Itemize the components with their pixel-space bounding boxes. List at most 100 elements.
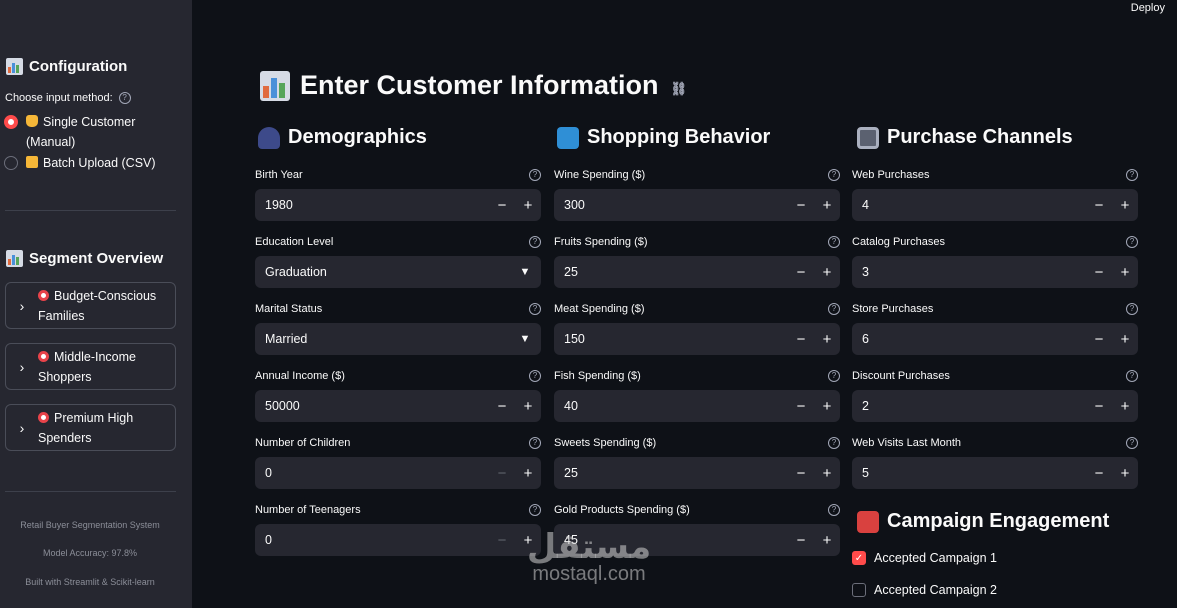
education-select[interactable]: Graduation ▼: [255, 256, 541, 288]
help-icon[interactable]: ?: [529, 236, 541, 248]
field-label: Fish Spending ($): [554, 370, 641, 382]
children-input[interactable]: 0: [265, 466, 489, 480]
help-icon[interactable]: ?: [1126, 236, 1138, 248]
help-icon[interactable]: ?: [1126, 303, 1138, 315]
plus-button[interactable]: +: [814, 331, 840, 348]
radio-label: Single Customer: [43, 115, 136, 129]
help-icon[interactable]: ?: [828, 504, 840, 516]
divider: [5, 210, 176, 211]
checkbox-unchecked-icon[interactable]: [852, 583, 866, 597]
campaign-1-checkbox[interactable]: ✓ Accepted Campaign 1: [852, 551, 997, 565]
help-icon[interactable]: ?: [828, 303, 840, 315]
store-purchases-input[interactable]: 6: [862, 332, 1086, 346]
bar-chart-icon: [6, 250, 23, 267]
help-icon[interactable]: ?: [1126, 370, 1138, 382]
help-icon[interactable]: ?: [828, 236, 840, 248]
radio-single-customer[interactable]: Single Customer (Manual): [4, 112, 135, 152]
link-icon[interactable]: ⛓: [671, 81, 688, 97]
help-icon[interactable]: ?: [828, 169, 840, 181]
plus-button[interactable]: +: [1112, 331, 1138, 348]
help-icon[interactable]: ?: [529, 169, 541, 181]
help-icon[interactable]: ?: [118, 92, 131, 104]
fish-field: Fish Spending ($)? 40− +: [554, 369, 840, 422]
minus-button[interactable]: −: [788, 197, 814, 214]
minus-button[interactable]: −: [489, 398, 515, 415]
help-icon[interactable]: ?: [529, 303, 541, 315]
minus-button[interactable]: −: [788, 398, 814, 415]
plus-button[interactable]: +: [515, 465, 541, 482]
minus-button[interactable]: −: [489, 197, 515, 214]
sweets-field: Sweets Spending ($)? 25− +: [554, 436, 840, 489]
minus-button[interactable]: −: [788, 532, 814, 549]
minus-button[interactable]: −: [489, 465, 515, 482]
plus-button[interactable]: +: [1112, 197, 1138, 214]
deploy-button[interactable]: Deploy: [1131, 2, 1165, 14]
help-icon[interactable]: ?: [529, 504, 541, 516]
expander-middle-income[interactable]: › Middle-Income Shoppers: [5, 343, 176, 390]
checkbox-checked-icon[interactable]: ✓: [852, 551, 866, 565]
chevron-right-icon[interactable]: ›: [6, 359, 38, 375]
field-label: Education Level: [255, 236, 334, 248]
help-icon[interactable]: ?: [1126, 437, 1138, 449]
birth-year-input[interactable]: 1980: [265, 198, 489, 212]
minus-button[interactable]: −: [788, 264, 814, 281]
fish-input[interactable]: 40: [564, 399, 788, 413]
plus-button[interactable]: +: [814, 264, 840, 281]
field-label: Annual Income ($): [255, 370, 345, 382]
catalog-purchases-input[interactable]: 3: [862, 265, 1086, 279]
plus-button[interactable]: +: [515, 398, 541, 415]
expander-label: Middle-Income: [54, 349, 136, 364]
chevron-down-icon[interactable]: ▼: [509, 266, 541, 278]
channels-title: Purchase Channels: [887, 126, 1073, 148]
teenagers-field: Number of Teenagers? 0− +: [255, 503, 541, 556]
teenagers-input[interactable]: 0: [265, 533, 489, 547]
chevron-right-icon[interactable]: ›: [6, 420, 38, 436]
radio-unselected-icon[interactable]: [4, 156, 18, 170]
target-icon: [38, 411, 49, 423]
expander-premium-high[interactable]: › Premium High Spenders: [5, 404, 176, 451]
education-field: Education Level? Graduation ▼: [255, 235, 541, 288]
help-icon[interactable]: ?: [828, 370, 840, 382]
watermark: مستقل mostaql.com: [516, 530, 662, 584]
help-icon[interactable]: ?: [828, 437, 840, 449]
chevron-right-icon[interactable]: ›: [6, 298, 38, 314]
help-icon[interactable]: ?: [529, 370, 541, 382]
plus-button[interactable]: +: [814, 197, 840, 214]
plus-button[interactable]: +: [814, 398, 840, 415]
plus-button[interactable]: +: [814, 532, 840, 549]
minus-button[interactable]: −: [1086, 197, 1112, 214]
minus-button[interactable]: −: [489, 532, 515, 549]
minus-button[interactable]: −: [1086, 264, 1112, 281]
plus-button[interactable]: +: [515, 197, 541, 214]
minus-button[interactable]: −: [1086, 331, 1112, 348]
wine-input[interactable]: 300: [564, 198, 788, 212]
input-method-label: Choose input method: ?: [5, 92, 131, 104]
fruits-input[interactable]: 25: [564, 265, 788, 279]
plus-button[interactable]: +: [1112, 264, 1138, 281]
campaign-2-checkbox[interactable]: Accepted Campaign 2: [852, 583, 997, 597]
radio-selected-icon[interactable]: [4, 115, 18, 129]
expander-budget-conscious[interactable]: › Budget-Conscious Families: [5, 282, 176, 329]
help-icon[interactable]: ?: [1126, 169, 1138, 181]
plus-button[interactable]: +: [1112, 398, 1138, 415]
marital-select[interactable]: Married ▼: [255, 323, 541, 355]
income-input[interactable]: 50000: [265, 399, 489, 413]
web-visits-input[interactable]: 5: [862, 466, 1086, 480]
discount-purchases-input[interactable]: 2: [862, 399, 1086, 413]
field-label: Number of Teenagers: [255, 504, 361, 516]
web-purchases-input[interactable]: 4: [862, 198, 1086, 212]
minus-button[interactable]: −: [1086, 465, 1112, 482]
field-label: Meat Spending ($): [554, 303, 645, 315]
minus-button[interactable]: −: [788, 465, 814, 482]
meat-input[interactable]: 150: [564, 332, 788, 346]
radio-batch-upload[interactable]: Batch Upload (CSV): [4, 153, 156, 173]
minus-button[interactable]: −: [788, 331, 814, 348]
minus-button[interactable]: −: [1086, 398, 1112, 415]
chevron-down-icon[interactable]: ▼: [509, 333, 541, 345]
help-icon[interactable]: ?: [529, 437, 541, 449]
field-label: Sweets Spending ($): [554, 437, 657, 449]
sweets-input[interactable]: 25: [564, 466, 788, 480]
plus-button[interactable]: +: [814, 465, 840, 482]
plus-button[interactable]: +: [1112, 465, 1138, 482]
fruits-field: Fruits Spending ($)? 25− +: [554, 235, 840, 288]
